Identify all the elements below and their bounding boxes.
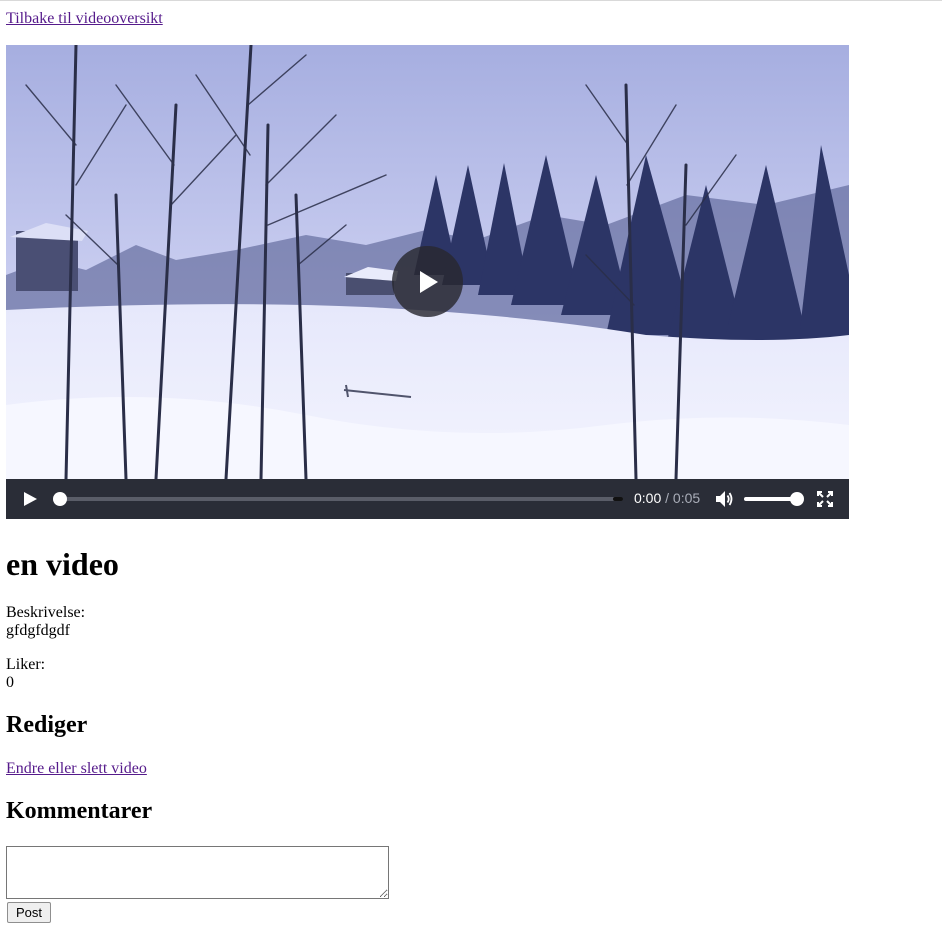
video-title: en video [6, 546, 119, 582]
buffered-end [613, 497, 623, 501]
progress-track[interactable] [59, 497, 623, 501]
current-time: 0:00 [634, 490, 662, 506]
description-label: Beskrivelse: [6, 604, 86, 621]
fullscreen-icon [817, 491, 833, 507]
play-icon [419, 270, 438, 293]
likes-label: Liker: [6, 656, 46, 673]
likes-value: 0 [6, 674, 14, 691]
big-play-button[interactable] [392, 246, 463, 317]
play-button[interactable] [22, 491, 38, 507]
play-icon [24, 492, 37, 506]
comments-heading: Kommentarer [6, 798, 153, 824]
time-separator: / [665, 490, 670, 506]
volume-icon [716, 491, 733, 507]
duration: 0:05 [672, 490, 701, 506]
fullscreen-button[interactable] [817, 491, 833, 507]
progress-scrubber[interactable] [53, 492, 67, 506]
mute-button[interactable] [715, 490, 734, 508]
edit-or-delete-link[interactable]: Endre eller slett video [6, 759, 147, 779]
description-value: gfdgfdgdf [6, 622, 70, 639]
comment-input[interactable] [6, 846, 389, 899]
post-button[interactable]: Post [7, 902, 51, 923]
back-to-overview-link[interactable]: Tilbake til videooversikt [6, 9, 163, 29]
edit-heading: Rediger [6, 712, 88, 738]
video-controls-bar: 0:00 / 0:05 [6, 479, 849, 519]
top-divider [0, 0, 942, 1]
video-player[interactable]: 0:00 / 0:05 [6, 45, 849, 519]
time-display: 0:00 / 0:05 [634, 490, 700, 506]
volume-knob[interactable] [790, 492, 804, 506]
